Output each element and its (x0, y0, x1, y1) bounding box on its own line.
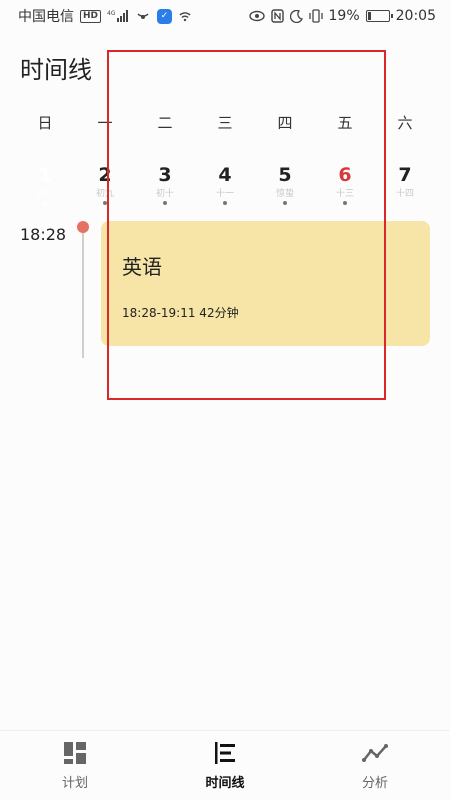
eye-icon (248, 10, 265, 22)
event-indicator-dot (283, 201, 287, 205)
date-cell[interactable]: 2 初九 (75, 158, 135, 214)
shield-icon: ✓ (157, 8, 173, 24)
date-cell[interactable]: 1 初八 (15, 158, 75, 214)
weekday-label: 一 (97, 114, 113, 132)
weekday-label: 六 (397, 114, 413, 132)
event-title: 英语 (122, 255, 162, 279)
date-strip: 1 初八 2 初九 3 初十 4 十一 5 惊蛰 6 十三 7 十四 (15, 158, 435, 214)
nav-label-analysis: 分析 (361, 776, 388, 791)
bottom-navigation: 计划 时间线 分析 (0, 730, 450, 800)
lunar-date: 初九 (95, 189, 114, 199)
event-time-range: 18:28-19:11 42分钟 (122, 306, 239, 320)
hd-icon: HD (80, 9, 102, 23)
date-cell[interactable]: 3 初十 (135, 158, 195, 214)
vibrate-icon (308, 9, 323, 23)
date-cell[interactable]: 4 十一 (195, 158, 255, 214)
lunar-date: 惊蛰 (275, 189, 294, 199)
wifi-off-icon (178, 9, 192, 23)
date-number: 1 (38, 164, 52, 186)
weekday-label: 四 (277, 114, 293, 132)
battery-fill (367, 12, 372, 20)
date-number: 2 (98, 164, 112, 186)
event-indicator-dot (43, 201, 47, 205)
nav-item-plan[interactable]: 计划 (0, 731, 150, 800)
date-number: 3 (158, 164, 172, 186)
event-card[interactable]: 英语 18:28-19:11 42分钟 (101, 221, 430, 346)
date-cell[interactable]: 6 十三 (315, 158, 375, 214)
carrier-label: 中国电信 (18, 9, 74, 25)
event-indicator-dot (163, 201, 167, 205)
lunar-date: 十一 (215, 189, 234, 199)
battery-percent: 19% (328, 8, 360, 24)
network-type-label: 4G (107, 10, 116, 17)
line-chart-icon (362, 744, 388, 762)
date-number: 7 (398, 164, 412, 186)
signal-icon: 4G (107, 9, 129, 23)
weekday-label: 五 (337, 114, 353, 132)
timeline-icon (215, 742, 235, 764)
hotspot-icon (135, 9, 151, 23)
lunar-date: 十三 (335, 189, 354, 199)
weekday-label: 二 (157, 114, 173, 132)
timeline-line (82, 233, 84, 358)
status-bar: 中国电信 HD 4G ✓ 19% 20:05 (0, 0, 450, 32)
status-bar-right: 19% 20:05 (248, 8, 436, 24)
lunar-date: 初十 (155, 189, 174, 199)
event-indicator-dot (343, 201, 347, 205)
nav-item-analysis[interactable]: 分析 (300, 731, 450, 800)
nfc-icon (270, 9, 284, 23)
dashboard-icon (64, 742, 86, 764)
date-cell[interactable]: 7 十四 (375, 158, 435, 214)
weekday-label: 日 (37, 114, 53, 132)
timeline-time-label: 18:28 (20, 225, 67, 244)
timeline-dot (77, 221, 89, 233)
page-title: 时间线 (20, 56, 92, 84)
lunar-date: 十四 (395, 189, 414, 199)
nav-item-timeline[interactable]: 时间线 (150, 731, 300, 800)
event-indicator-dot (103, 201, 107, 205)
clock: 20:05 (395, 8, 436, 24)
battery-icon (365, 10, 393, 22)
date-cell[interactable]: 5 惊蛰 (255, 158, 315, 214)
date-number: 6 (338, 164, 352, 186)
weekday-label: 三 (217, 114, 233, 132)
lunar-date: 初八 (35, 189, 54, 199)
date-number: 4 (218, 164, 232, 186)
date-number: 5 (278, 164, 292, 186)
weekday-header: 日一二三四五六 (15, 112, 435, 133)
nav-label-timeline: 时间线 (205, 776, 245, 791)
status-bar-left: 中国电信 HD 4G ✓ (18, 6, 192, 26)
nav-label-plan: 计划 (61, 776, 88, 791)
moon-icon (289, 9, 303, 23)
event-indicator-dot (223, 201, 227, 205)
